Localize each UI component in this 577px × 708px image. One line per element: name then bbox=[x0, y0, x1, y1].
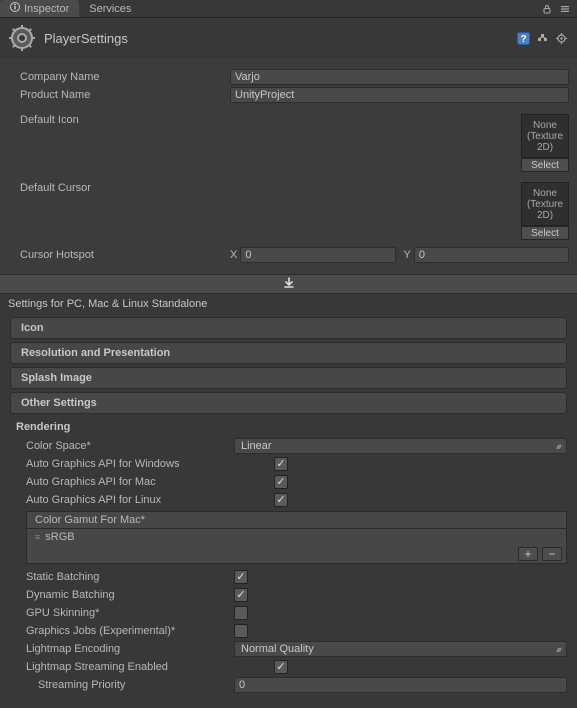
info-icon bbox=[10, 2, 20, 15]
help-icon[interactable]: ? bbox=[515, 30, 531, 46]
settings-gear-icon bbox=[8, 24, 36, 52]
color-gamut-remove-button[interactable]: − bbox=[542, 547, 562, 561]
streaming-priority-label: Streaming Priority bbox=[38, 679, 234, 691]
graphics-jobs-row: Graphics Jobs (Experimental)* bbox=[10, 622, 567, 640]
default-icon-label: Default Icon bbox=[20, 114, 230, 126]
default-icon-row: Default Icon None (Texture 2D) Select bbox=[0, 112, 577, 174]
color-space-label: Color Space* bbox=[26, 440, 234, 452]
color-gamut-item[interactable]: ≡ sRGB bbox=[27, 529, 566, 545]
auto-api-mac-label: Auto Graphics API for Mac bbox=[26, 476, 274, 488]
static-batching-label: Static Batching bbox=[26, 571, 234, 583]
lightmap-encoding-row: Lightmap Encoding Normal Quality ▴▾ bbox=[10, 640, 567, 658]
static-batching-checkbox[interactable] bbox=[234, 570, 248, 584]
lightmap-encoding-dropdown[interactable]: Normal Quality ▴▾ bbox=[234, 641, 567, 657]
rendering-header: Rendering bbox=[10, 417, 567, 437]
section-other[interactable]: Other Settings bbox=[10, 392, 567, 414]
auto-api-mac-row: Auto Graphics API for Mac bbox=[10, 473, 567, 491]
lightmap-streaming-checkbox[interactable] bbox=[274, 660, 288, 674]
tab-bar: Inspector Services bbox=[0, 0, 577, 18]
page-title: PlayerSettings bbox=[44, 31, 507, 46]
auto-api-win-label: Auto Graphics API for Windows bbox=[26, 458, 274, 470]
tab-services[interactable]: Services bbox=[79, 0, 141, 17]
section-splash[interactable]: Splash Image bbox=[10, 367, 567, 389]
lightmap-encoding-label: Lightmap Encoding bbox=[26, 643, 234, 655]
tab-inspector[interactable]: Inspector bbox=[0, 0, 79, 17]
color-space-value: Linear bbox=[241, 440, 272, 452]
default-icon-box[interactable]: None (Texture 2D) bbox=[521, 114, 569, 158]
color-space-dropdown[interactable]: Linear ▴▾ bbox=[234, 438, 567, 454]
default-icon-select-button[interactable]: Select bbox=[521, 158, 569, 172]
color-gamut-list: Color Gamut For Mac* ≡ sRGB + − bbox=[26, 511, 567, 564]
static-batching-row: Static Batching bbox=[10, 568, 567, 586]
cursor-hotspot-x-input[interactable] bbox=[240, 247, 395, 263]
gpu-skinning-label: GPU Skinning* bbox=[26, 607, 234, 619]
lock-icon[interactable] bbox=[539, 1, 555, 17]
color-gamut-add-button[interactable]: + bbox=[518, 547, 538, 561]
dropdown-arrows-icon: ▴▾ bbox=[556, 645, 560, 654]
cursor-hotspot-label: Cursor Hotspot bbox=[20, 249, 230, 261]
company-name-label: Company Name bbox=[20, 71, 230, 83]
rendering-block: Rendering Color Space* Linear ▴▾ Auto Gr… bbox=[10, 417, 567, 698]
auto-api-linux-label: Auto Graphics API for Linux bbox=[26, 494, 274, 506]
color-gamut-item-label: sRGB bbox=[45, 531, 74, 543]
auto-api-mac-checkbox[interactable] bbox=[274, 475, 288, 489]
component-gear-icon[interactable] bbox=[553, 30, 569, 46]
preset-icon[interactable] bbox=[534, 30, 550, 46]
dynamic-batching-label: Dynamic Batching bbox=[26, 589, 234, 601]
lightmap-streaming-row: Lightmap Streaming Enabled bbox=[10, 658, 567, 676]
download-icon[interactable] bbox=[283, 277, 295, 292]
dynamic-batching-row: Dynamic Batching bbox=[10, 586, 567, 604]
default-cursor-row: Default Cursor None (Texture 2D) Select bbox=[0, 180, 577, 242]
cursor-hotspot-y-input[interactable] bbox=[414, 247, 569, 263]
dynamic-batching-checkbox[interactable] bbox=[234, 588, 248, 602]
section-resolution[interactable]: Resolution and Presentation bbox=[10, 342, 567, 364]
color-gamut-header: Color Gamut For Mac* bbox=[27, 512, 566, 529]
platform-divider bbox=[0, 274, 577, 294]
graphics-jobs-label: Graphics Jobs (Experimental)* bbox=[26, 625, 234, 637]
product-name-row: Product Name bbox=[0, 86, 577, 104]
gpu-skinning-row: GPU Skinning* bbox=[10, 604, 567, 622]
default-cursor-box[interactable]: None (Texture 2D) bbox=[521, 182, 569, 226]
default-cursor-select-button[interactable]: Select bbox=[521, 226, 569, 240]
platform-title: Settings for PC, Mac & Linux Standalone bbox=[0, 294, 577, 314]
lightmap-encoding-value: Normal Quality bbox=[241, 643, 314, 655]
gpu-skinning-checkbox[interactable] bbox=[234, 606, 248, 620]
context-menu-icon[interactable] bbox=[557, 1, 573, 17]
tab-inspector-label: Inspector bbox=[24, 3, 69, 15]
header-row: PlayerSettings ? bbox=[0, 18, 577, 58]
auto-api-linux-checkbox[interactable] bbox=[274, 493, 288, 507]
company-name-row: Company Name bbox=[0, 68, 577, 86]
lightmap-streaming-label: Lightmap Streaming Enabled bbox=[26, 661, 274, 673]
auto-api-linux-row: Auto Graphics API for Linux bbox=[10, 491, 567, 509]
drag-grip-icon: ≡ bbox=[35, 532, 39, 542]
auto-api-win-row: Auto Graphics API for Windows bbox=[10, 455, 567, 473]
company-name-input[interactable] bbox=[230, 69, 569, 85]
product-name-label: Product Name bbox=[20, 89, 230, 101]
color-space-row: Color Space* Linear ▴▾ bbox=[10, 437, 567, 455]
graphics-jobs-checkbox[interactable] bbox=[234, 624, 248, 638]
cursor-hotspot-y-label: Y bbox=[404, 249, 411, 261]
auto-api-win-checkbox[interactable] bbox=[274, 457, 288, 471]
product-name-input[interactable] bbox=[230, 87, 569, 103]
cursor-hotspot-x-label: X bbox=[230, 249, 237, 261]
streaming-priority-row: Streaming Priority bbox=[10, 676, 567, 694]
svg-text:?: ? bbox=[520, 34, 526, 45]
cursor-hotspot-row: Cursor Hotspot X Y bbox=[0, 246, 577, 264]
section-icon[interactable]: Icon bbox=[10, 317, 567, 339]
default-cursor-label: Default Cursor bbox=[20, 182, 230, 194]
tab-services-label: Services bbox=[89, 3, 131, 15]
streaming-priority-input[interactable] bbox=[234, 677, 567, 693]
dropdown-arrows-icon: ▴▾ bbox=[556, 442, 560, 451]
